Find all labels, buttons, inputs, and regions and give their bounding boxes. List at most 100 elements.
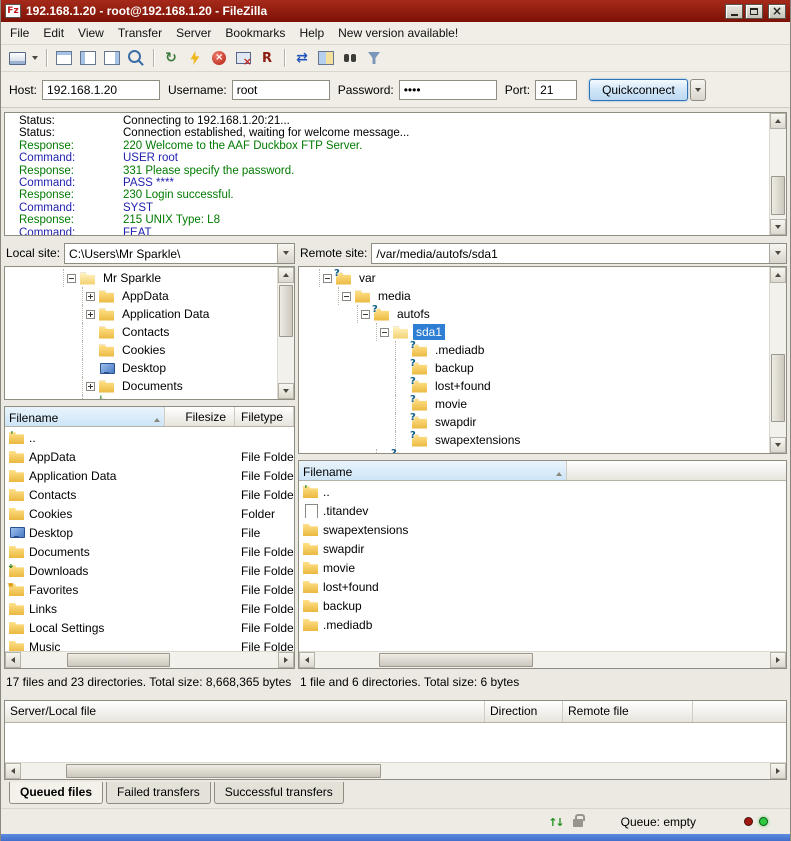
- file-row[interactable]: Contacts File Folder: [5, 485, 294, 504]
- tree-row[interactable]: media: [301, 287, 769, 305]
- column-header-filename[interactable]: Filename: [5, 407, 165, 426]
- tree-row[interactable]: Documents: [7, 377, 277, 395]
- directory-comparison-icon[interactable]: [314, 47, 338, 69]
- remote-list-hscrollbar[interactable]: [299, 651, 786, 668]
- file-row[interactable]: swapextensions: [299, 520, 786, 539]
- cancel-icon[interactable]: [207, 47, 231, 69]
- tree-row[interactable]: Desktop: [7, 359, 277, 377]
- scroll-down-icon[interactable]: [770, 219, 786, 235]
- scrollbar-thumb[interactable]: [66, 764, 381, 778]
- file-row[interactable]: Documents File Folder: [5, 542, 294, 561]
- expander-icon[interactable]: [342, 292, 351, 301]
- tree-row[interactable]: backup: [301, 359, 769, 377]
- file-row[interactable]: .mediadb: [299, 615, 786, 634]
- file-row[interactable]: ..: [299, 482, 786, 501]
- scrollbar-thumb[interactable]: [379, 653, 534, 667]
- quickconnect-button[interactable]: Quickconnect: [589, 79, 688, 101]
- filter-icon[interactable]: [362, 47, 386, 69]
- file-row[interactable]: Links File Folder: [5, 599, 294, 618]
- menu-item[interactable]: Server: [169, 23, 218, 43]
- scrollbar-thumb[interactable]: [771, 176, 785, 216]
- tree-row[interactable]: Cookies: [7, 341, 277, 359]
- site-manager-icon[interactable]: [5, 47, 29, 69]
- menu-item[interactable]: View: [71, 23, 111, 43]
- tree-row[interactable]: .mediadb: [301, 341, 769, 359]
- file-row[interactable]: Cookies Folder: [5, 504, 294, 523]
- scroll-left-icon[interactable]: [299, 652, 315, 668]
- remote-site-combobox[interactable]: /var/media/autofs/sda1: [371, 243, 787, 264]
- menu-item[interactable]: File: [3, 23, 36, 43]
- scroll-right-icon[interactable]: [770, 763, 786, 779]
- toggle-local-tree-icon[interactable]: [76, 47, 100, 69]
- local-site-combobox[interactable]: C:\Users\Mr Sparkle\: [64, 243, 295, 264]
- tree-row[interactable]: movie: [301, 395, 769, 413]
- queue-tab[interactable]: Successful transfers: [214, 782, 344, 804]
- file-row[interactable]: Downloads File Folder: [5, 561, 294, 580]
- menu-item[interactable]: Edit: [36, 23, 71, 43]
- scroll-up-icon[interactable]: [770, 113, 786, 129]
- file-row[interactable]: Music File Folder: [5, 637, 294, 651]
- password-input[interactable]: [399, 80, 497, 100]
- scroll-left-icon[interactable]: [5, 652, 21, 668]
- file-row[interactable]: Favorites File Folder: [5, 580, 294, 599]
- column-header-filename[interactable]: Filename: [299, 461, 567, 480]
- file-row[interactable]: lost+found: [299, 577, 786, 596]
- queue-tab[interactable]: Queued files: [9, 782, 103, 804]
- remote-tree-scrollbar[interactable]: [769, 267, 786, 453]
- quickconnect-dropdown-icon[interactable]: [690, 79, 706, 101]
- local-list-hscrollbar[interactable]: [5, 651, 294, 668]
- file-row[interactable]: backup: [299, 596, 786, 615]
- toggle-queue-icon[interactable]: [124, 47, 148, 69]
- tree-row[interactable]: dvd: [301, 449, 769, 453]
- refresh-icon[interactable]: [159, 47, 183, 69]
- file-row[interactable]: ..: [5, 428, 294, 447]
- file-row[interactable]: Application Data File Folder: [5, 466, 294, 485]
- port-input[interactable]: [535, 80, 577, 100]
- tree-row[interactable]: var: [301, 269, 769, 287]
- column-header-direction[interactable]: Direction: [485, 701, 563, 722]
- file-row[interactable]: AppData File Folder: [5, 447, 294, 466]
- combo-dropdown-icon[interactable]: [277, 244, 294, 263]
- expander-icon[interactable]: [86, 382, 95, 391]
- tree-row[interactable]: swapdir: [301, 413, 769, 431]
- menu-item[interactable]: Bookmarks: [218, 23, 292, 43]
- scroll-right-icon[interactable]: [770, 652, 786, 668]
- expander-icon[interactable]: [323, 274, 332, 283]
- combo-dropdown-icon[interactable]: [769, 244, 786, 263]
- scroll-up-icon[interactable]: [770, 267, 786, 283]
- file-row[interactable]: Local Settings File Folder: [5, 618, 294, 637]
- file-row[interactable]: swapdir: [299, 539, 786, 558]
- column-header-server-local-file[interactable]: Server/Local file: [5, 701, 485, 722]
- site-manager-dropdown-icon[interactable]: [29, 47, 41, 69]
- column-header-remote-file[interactable]: Remote file: [563, 701, 693, 722]
- scroll-right-icon[interactable]: [278, 652, 294, 668]
- scrollbar-thumb[interactable]: [279, 285, 293, 337]
- minimize-button[interactable]: [725, 4, 743, 19]
- tree-row[interactable]: Contacts: [7, 323, 277, 341]
- file-row[interactable]: Desktop File: [5, 523, 294, 542]
- expander-icon[interactable]: [361, 310, 370, 319]
- file-row[interactable]: .titandev: [299, 501, 786, 520]
- expander-icon[interactable]: [380, 328, 389, 337]
- disconnect-icon[interactable]: [231, 47, 255, 69]
- tree-row[interactable]: AppData: [7, 287, 277, 305]
- toggle-message-log-icon[interactable]: [52, 47, 76, 69]
- process-queue-icon[interactable]: [183, 47, 207, 69]
- column-header-filesize[interactable]: Filesize: [165, 407, 235, 426]
- close-button[interactable]: [768, 4, 786, 19]
- menu-item[interactable]: New version available!: [331, 23, 465, 43]
- scroll-left-icon[interactable]: [5, 763, 21, 779]
- local-tree-scrollbar[interactable]: [277, 267, 294, 399]
- find-files-icon[interactable]: [338, 47, 362, 69]
- expander-icon[interactable]: [86, 310, 95, 319]
- reconnect-icon[interactable]: [255, 47, 279, 69]
- tree-row[interactable]: swapextensions: [301, 431, 769, 449]
- menu-item[interactable]: Help: [292, 23, 331, 43]
- tree-row[interactable]: lost+found: [301, 377, 769, 395]
- maximize-button[interactable]: [745, 4, 763, 19]
- column-header-filetype[interactable]: Filetype: [235, 407, 294, 426]
- scrollbar-thumb[interactable]: [771, 354, 785, 422]
- tree-row[interactable]: Application Data: [7, 305, 277, 323]
- tree-row[interactable]: sda1: [301, 323, 769, 341]
- tree-row[interactable]: Downloads: [7, 395, 277, 399]
